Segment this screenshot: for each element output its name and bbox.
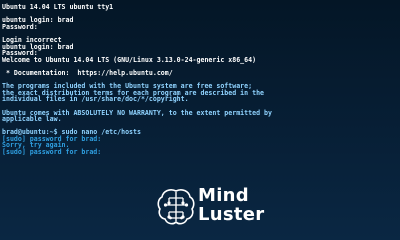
terminal-line: ubuntu login: brad xyxy=(2,16,74,25)
terminal-line: Ubuntu 14.04 LTS ubuntu tty1 xyxy=(2,3,114,11)
terminal-line: Password: xyxy=(2,22,38,31)
watermark-word-luster: Luster xyxy=(198,204,265,225)
terminal-line: Welcome to Ubuntu 14.04 LTS (GNU/Linux 3… xyxy=(2,55,257,64)
terminal-output: Ubuntu 14.04 LTS ubuntu tty1 ubuntu login… xyxy=(2,4,396,156)
terminal-line: applicable law. xyxy=(2,115,62,124)
terminal-line: [sudo] password for brad: xyxy=(2,148,102,157)
terminal-line: * Documentation: https://help.ubuntu.com… xyxy=(2,68,173,77)
brain-icon xyxy=(157,189,195,225)
terminal-line: individual files in /usr/share/doc/*/cop… xyxy=(2,95,189,104)
mind-luster-watermark: Mind Luster xyxy=(156,186,316,234)
terminal-line: ubuntu login: brad xyxy=(2,42,74,51)
watermark-word-mind: Mind xyxy=(198,185,249,206)
tty-screen: Ubuntu 14.04 LTS ubuntu tty1 ubuntu login… xyxy=(0,0,400,240)
